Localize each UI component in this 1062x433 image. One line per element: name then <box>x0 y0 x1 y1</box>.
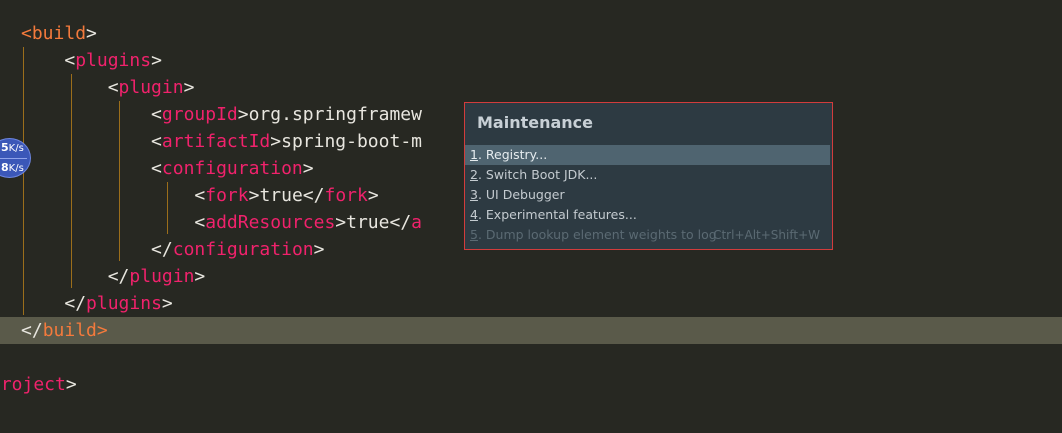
menu-item-label: . Experimental features... <box>477 207 637 222</box>
xml-bracket: </ <box>64 293 87 314</box>
xml-bracket: > <box>270 131 282 152</box>
xml-bracket: > <box>335 212 347 233</box>
code-line[interactable]: <plugins> <box>0 47 1062 74</box>
xml-bracket: </ <box>389 212 412 233</box>
xml-tag-name: build <box>42 320 97 341</box>
menu-item-mnemonic: 1 <box>470 147 478 162</box>
xml-bracket: </ <box>107 266 130 287</box>
xml-bracket: > <box>65 374 77 395</box>
code-line[interactable]: </build> <box>0 317 1062 344</box>
xml-tag-name: configuration <box>161 158 303 179</box>
xml-bracket: < <box>107 77 119 98</box>
xml-text: spring-boot-m <box>281 131 422 152</box>
xml-bracket: < <box>151 158 162 179</box>
menu-item-mnemonic: 2 <box>470 167 478 182</box>
menu-item-label: . UI Debugger <box>477 187 565 202</box>
menu-item-mnemonic: 3 <box>470 187 478 202</box>
xml-bracket: < <box>21 23 32 44</box>
menu-item-label: . Registry... <box>477 147 548 162</box>
download-speed-value: 8 <box>1 161 9 174</box>
code-line[interactable]: </plugin> <box>0 263 1062 290</box>
xml-tag-name: plugin <box>118 77 184 98</box>
xml-bracket: > <box>151 50 162 71</box>
xml-bracket: > <box>183 77 195 98</box>
xml-bracket: > <box>302 158 314 179</box>
xml-bracket: > <box>248 185 260 206</box>
popup-title: Maintenance <box>477 113 594 132</box>
xml-bracket: > <box>161 293 173 314</box>
xml-text: org.springframew <box>248 104 422 125</box>
xml-bracket: < <box>194 185 206 206</box>
menu-item-mnemonic: 4 <box>470 207 478 222</box>
menu-item-shortcut: Ctrl+Alt+Shift+W <box>713 228 820 242</box>
xml-bracket: > <box>194 266 206 287</box>
code-line[interactable] <box>0 344 1062 371</box>
menu-item-experimental-features[interactable]: 4. Experimental features... <box>465 205 830 225</box>
maintenance-popup: Maintenance 1. Registry... 2. Switch Boo… <box>464 102 833 250</box>
upload-speed-value: 5 <box>1 141 9 154</box>
xml-tag-name: build <box>31 23 87 44</box>
xml-bracket: < <box>151 104 162 125</box>
xml-tag-name: groupId <box>161 104 238 125</box>
menu-item-ui-debugger[interactable]: 3. UI Debugger <box>465 185 830 205</box>
xml-tag-name: plugins <box>86 293 162 314</box>
xml-tag-name: fork <box>205 185 249 206</box>
maintenance-menu: 1. Registry... 2. Switch Boot JDK... 3. … <box>465 145 832 245</box>
menu-item-switch-boot-jdk[interactable]: 2. Switch Boot JDK... <box>465 165 830 185</box>
xml-tag-name: artifactId <box>161 131 271 152</box>
code-line[interactable]: project> <box>0 371 1052 398</box>
code-line[interactable]: </plugins> <box>0 290 1062 317</box>
xml-bracket: < <box>64 50 76 71</box>
xml-bracket: > <box>86 23 97 44</box>
xml-bracket: < <box>194 212 206 233</box>
xml-bracket: > <box>96 320 108 341</box>
xml-bracket: > <box>313 239 325 260</box>
menu-item-dump-lookup-weights[interactable]: 5. Dump lookup element weights to log Ct… <box>465 225 830 245</box>
xml-tag-name: plugin <box>129 266 195 287</box>
xml-text: true <box>259 185 303 206</box>
code-line[interactable]: <build> <box>0 20 1062 47</box>
xml-bracket: </ <box>21 320 43 341</box>
xml-tag-name: addResources <box>205 212 336 233</box>
xml-tag-name: a <box>411 212 423 233</box>
menu-item-registry[interactable]: 1. Registry... <box>465 145 830 165</box>
menu-item-label: . Switch Boot JDK... <box>477 167 598 182</box>
xml-text: true <box>346 212 390 233</box>
xml-bracket: > <box>367 185 379 206</box>
upload-speed-unit: K/s <box>8 143 24 154</box>
xml-tag-name: fork <box>324 185 368 206</box>
xml-tag-name: project <box>0 374 66 395</box>
code-line[interactable]: <plugin> <box>0 74 1062 101</box>
xml-bracket: </ <box>302 185 325 206</box>
divider <box>0 158 27 159</box>
xml-tag-name: plugins <box>75 50 152 71</box>
xml-bracket: < <box>151 131 162 152</box>
xml-bracket: </ <box>151 239 173 260</box>
menu-item-label: . Dump lookup element weights to log <box>477 227 717 242</box>
xml-bracket: > <box>237 104 249 125</box>
download-speed-unit: K/s <box>8 163 24 174</box>
xml-tag-name: configuration <box>172 239 314 260</box>
menu-item-mnemonic: 5 <box>470 227 478 242</box>
